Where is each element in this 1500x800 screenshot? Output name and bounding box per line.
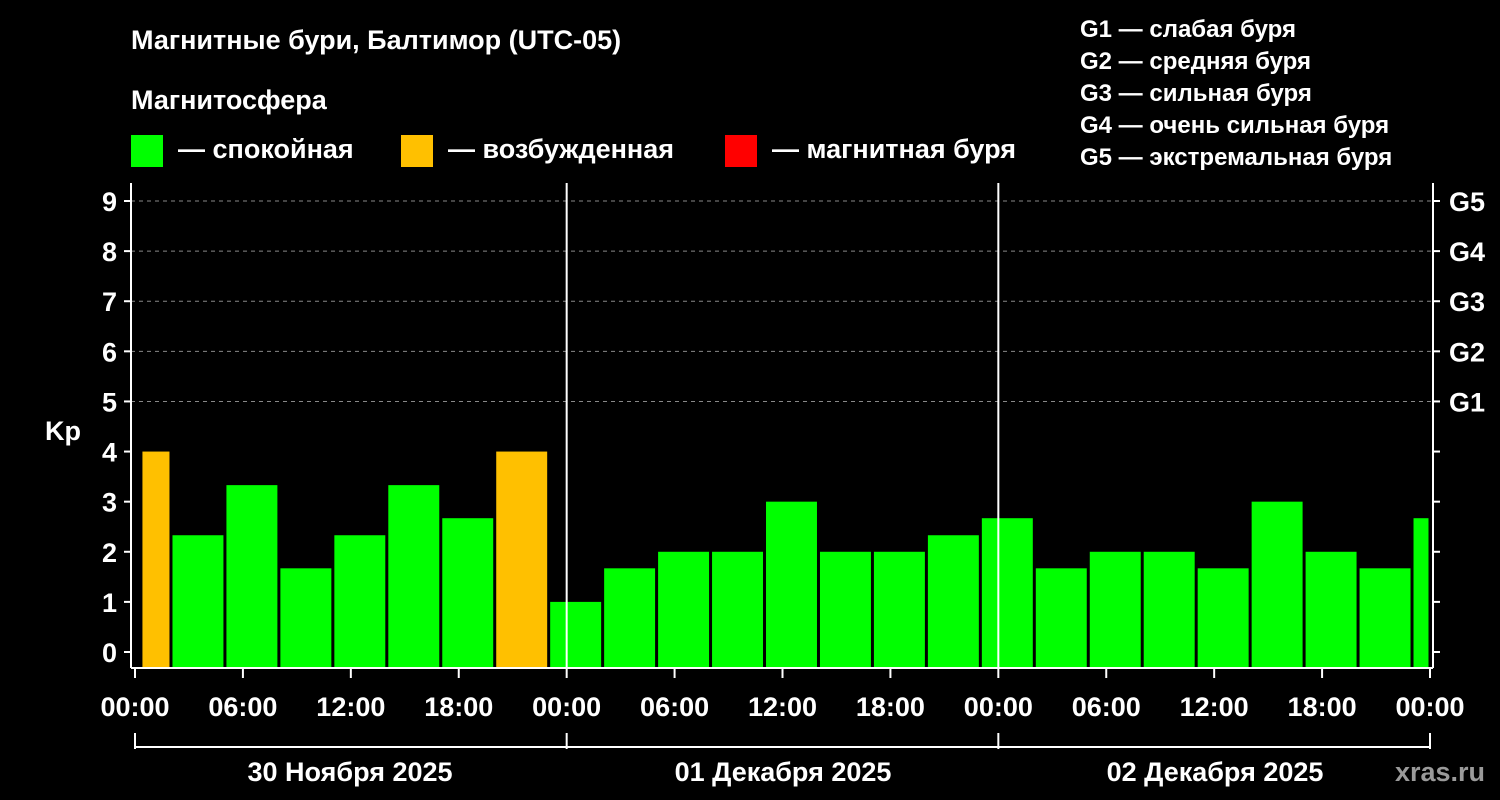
kp-bar [873,551,925,668]
legend-swatch-storm [725,135,757,167]
y-tick-label: 2 [102,538,117,568]
legend-swatch-excited [401,135,433,167]
kp-bar [334,535,386,668]
legend-swatch-quiet [131,135,163,167]
y-tick-label: 4 [102,438,117,468]
legend-label-quiet: — спокойная [178,134,354,164]
kp-bar [1305,551,1357,668]
x-tick-label: 00:00 [1395,692,1464,722]
storm-scale-g5: G5 — экстремальная буря [1080,144,1392,171]
x-tick-label: 12:00 [1180,692,1249,722]
storm-scale-g4: G4 — очень сильная буря [1080,112,1389,139]
x-tick-label: 00:00 [100,692,169,722]
day-label-3: 02 Декабря 2025 [1107,757,1324,787]
day-label-2: 01 Декабря 2025 [675,757,892,787]
kp-bar [1089,551,1141,668]
x-tick-label: 06:00 [208,692,277,722]
kp-bar [1197,568,1249,668]
x-tick-label: 18:00 [1288,692,1357,722]
g-level-label: G5 [1449,187,1485,217]
kp-bar [550,601,602,668]
storm-scale-g1: G1 — слабая буря [1080,16,1296,43]
kp-bar [496,451,548,668]
kp-bar [819,551,871,668]
x-tick-label: 06:00 [1072,692,1141,722]
y-axis-label: Kp [45,416,81,446]
y-tick-label: 1 [102,588,117,618]
x-tick-label: 06:00 [640,692,709,722]
bars [142,451,1429,668]
x-tick-label: 12:00 [316,692,385,722]
kp-bar [1035,568,1087,668]
legend-label-storm: — магнитная буря [772,134,1016,164]
kp-bar [442,518,494,668]
storm-scale-g3: G3 — сильная буря [1080,80,1312,107]
legend-label-excited: — возбужденная [448,134,674,164]
kp-bar [927,535,979,668]
storm-scale-g2: G2 — средняя буря [1080,48,1311,75]
grid-lines [131,200,1433,402]
y-tick-label: 6 [102,337,117,367]
kp-bar [388,485,440,668]
kp-bar [981,518,1033,668]
kp-bar [142,451,170,668]
kp-bar [658,551,710,668]
day-label-1: 30 Ноября 2025 [247,757,452,787]
y-tick-label: 0 [102,638,117,668]
kp-bar [1251,501,1303,668]
watermark: xras.ru [1395,757,1485,787]
kp-bar [226,485,278,668]
kp-bar [1143,551,1195,668]
kp-bar [1413,518,1429,668]
y-tick-label: 8 [102,237,117,267]
g-level-label: G4 [1449,237,1485,267]
kp-bar [766,501,817,668]
x-tick-label: 00:00 [532,692,601,722]
y-tick-label: 5 [102,387,117,417]
y-tick-label: 3 [102,488,117,518]
x-tick-label: 18:00 [856,692,925,722]
x-tick-label: 00:00 [964,692,1033,722]
chart-subtitle: Магнитосфера [131,85,328,115]
y-tick-label: 9 [102,187,117,217]
x-tick-label: 18:00 [424,692,493,722]
g-level-label: G2 [1449,337,1485,367]
y-tick-label: 7 [102,287,117,317]
kp-bar [1359,568,1411,668]
kp-bar [712,551,764,668]
g-level-label: G3 [1449,287,1485,317]
kp-chart: Магнитные бури, Балтимор (UTC-05) Магнит… [45,16,1485,787]
x-tick-label: 12:00 [748,692,817,722]
kp-bar [172,535,224,668]
chart-title: Магнитные бури, Балтимор (UTC-05) [131,25,621,55]
kp-bar [604,568,656,668]
g-level-label: G1 [1449,387,1485,417]
kp-bar [280,568,332,668]
